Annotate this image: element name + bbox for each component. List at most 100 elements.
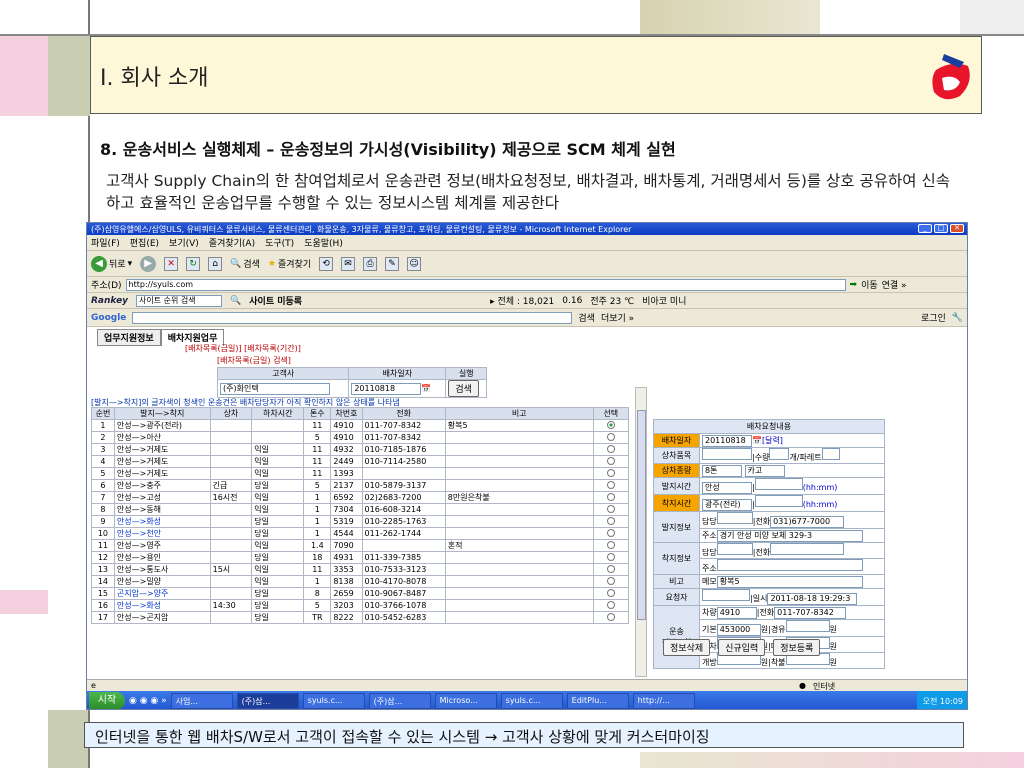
base-input[interactable]: 453000 <box>716 624 761 636</box>
google-search-input[interactable] <box>132 311 573 324</box>
car-tel-input[interactable]: 011-707-8342 <box>774 606 847 619</box>
new-entry-button[interactable]: 신규입력 <box>718 639 766 656</box>
table-row[interactable]: 8 안성—>동해 익일 1 7304 016-608-3214 <box>91 503 630 516</box>
memo-input[interactable]: 황복5 <box>716 575 863 588</box>
minimize-button[interactable]: _ <box>918 224 932 233</box>
google-more-button[interactable]: 더보기 » <box>601 311 634 324</box>
calendar-icon[interactable]: 📅 <box>752 436 762 445</box>
datetime-input[interactable]: 2011-08-18 19:29:3 <box>767 593 858 605</box>
dep-input[interactable]: 안성 <box>702 482 752 494</box>
dep-addr-input[interactable]: 경기 안성 미양 보체 329-3 <box>716 529 863 542</box>
menu-tools[interactable]: 도구(T) <box>265 236 294 249</box>
row-select-radio[interactable] <box>606 456 615 465</box>
arr-input[interactable]: 광주(전라) <box>702 499 752 511</box>
menu-edit[interactable]: 편집(E) <box>130 236 159 249</box>
list-scrollbar[interactable] <box>635 387 647 677</box>
truck-type-select[interactable]: 카고 <box>744 464 785 477</box>
row-select-radio[interactable] <box>606 504 615 513</box>
taskbar-item[interactable]: (주)삼... <box>236 693 299 709</box>
pallet-input[interactable] <box>821 448 840 460</box>
table-row[interactable]: 1 안성—>광주(전라) 11 4910 011-707-8342 황복5 <box>91 419 630 432</box>
date-input[interactable]: 20110818 <box>351 382 422 395</box>
taskbar-item[interactable]: EditPlu... <box>566 693 629 709</box>
row-select-radio[interactable] <box>606 576 615 585</box>
dep-time-input[interactable] <box>754 478 803 490</box>
search-icon[interactable]: 🔍 <box>230 296 241 306</box>
customer-input[interactable]: (주)화인텍 <box>220 382 330 395</box>
scroll-thumb[interactable] <box>637 410 646 620</box>
wrench-icon[interactable]: 🔧 <box>952 313 963 323</box>
table-row[interactable]: 16 안성—>화성 14:30 당일 5 3203 010-3766-1078 <box>91 599 630 612</box>
row-select-radio[interactable] <box>606 468 615 477</box>
dep-manager-input[interactable] <box>716 512 753 524</box>
edit-icon[interactable]: ✎ <box>385 256 400 271</box>
table-row[interactable]: 11 안성—>영주 익일 1.4 7090 혼적 <box>91 539 630 552</box>
dispatch-subtabs[interactable]: [배차목록(금일)] [배차목록(기간)] <box>185 343 301 354</box>
calendar-icon[interactable]: 📅 <box>421 384 431 393</box>
row-select-radio[interactable] <box>606 432 615 441</box>
requester-input[interactable] <box>702 589 750 601</box>
taskbar-item[interactable]: http://... <box>632 693 695 709</box>
car-input[interactable]: 4910 <box>716 606 757 619</box>
row-select-radio[interactable] <box>606 612 615 621</box>
row-select-radio[interactable] <box>606 444 615 453</box>
row-select-radio[interactable] <box>606 516 615 525</box>
maximize-button[interactable]: □ <box>934 224 948 233</box>
google-search-button[interactable]: 검색 <box>578 311 595 324</box>
start-button[interactable]: 시작 <box>89 692 125 709</box>
dep-tel-input[interactable]: 031)677-7000 <box>770 516 845 528</box>
register-info-button[interactable]: 정보등록 <box>773 639 821 656</box>
favorites-button[interactable]: ★ 즐겨찾기 <box>268 257 311 271</box>
row-select-radio[interactable] <box>606 564 615 573</box>
table-row[interactable]: 9 안성—>화성 당일 1 5319 010-2285-1763 <box>91 515 630 528</box>
taskbar-item[interactable]: (주)삼... <box>368 693 431 709</box>
table-row[interactable]: 2 안성—>아산 5 4910 011-707-8342 <box>91 431 630 444</box>
go-button[interactable]: 이동 <box>861 278 878 291</box>
address-input[interactable]: http://syuls.com <box>125 278 846 291</box>
row-select-radio[interactable] <box>606 588 615 597</box>
goods-input[interactable] <box>702 448 752 460</box>
mail-icon[interactable]: ✉ <box>341 256 356 271</box>
row-select-radio[interactable] <box>606 420 615 429</box>
back-button[interactable]: ◀ 뒤로 ▾ <box>91 255 132 272</box>
menu-file[interactable]: 파일(F) <box>91 236 120 249</box>
row-select-radio[interactable] <box>606 492 615 501</box>
table-row[interactable]: 15 곤지암—>양주 당일 8 2659 010-9067-8487 <box>91 587 630 600</box>
arr-tel-input[interactable] <box>770 543 845 555</box>
google-login-button[interactable]: 로그인 <box>921 311 946 324</box>
site-rank-input[interactable]: 사이트 순위 검색 <box>136 294 223 307</box>
arr-addr-input[interactable] <box>716 559 863 571</box>
go-arrow-icon[interactable]: ➡ <box>850 280 858 290</box>
calendar-link[interactable]: [달력] <box>762 436 783 445</box>
menu-favorites[interactable]: 즐겨찾기(A) <box>209 236 255 249</box>
via-input[interactable] <box>785 620 830 632</box>
history-icon[interactable]: ⟲ <box>319 256 334 271</box>
qty-input[interactable] <box>769 448 790 460</box>
taskbar-item[interactable]: syuls.c... <box>500 693 563 709</box>
taskbar-item[interactable]: syuls.c... <box>302 693 365 709</box>
row-select-radio[interactable] <box>606 528 615 537</box>
table-row[interactable]: 5 안성—>거제도 익일 11 1393 <box>91 467 630 480</box>
table-row[interactable]: 17 안성—>곤지암 당일 TR 8222 010-5452-6283 <box>91 611 630 624</box>
links-button[interactable]: 연결 » <box>882 278 907 291</box>
stop-icon[interactable]: ✕ <box>164 256 179 271</box>
detail-date-input[interactable]: 20110818 <box>702 434 752 447</box>
tab-business-info[interactable]: 업무지원정보 <box>97 329 161 346</box>
search-button[interactable]: 검색 <box>448 380 479 397</box>
bio-mini-link[interactable]: 비아코 미니 <box>642 294 686 307</box>
table-row[interactable]: 4 안성—>거제도 익일 11 2449 010-7114-2580 <box>91 455 630 468</box>
row-select-radio[interactable] <box>606 480 615 489</box>
forward-button[interactable]: ▶ <box>140 255 157 272</box>
home-icon[interactable]: ⌂ <box>208 256 223 271</box>
table-row[interactable]: 10 안성—>천안 당일 1 4544 011-262-1744 <box>91 527 630 540</box>
taskbar-item[interactable]: 사업... <box>170 693 233 709</box>
table-row[interactable]: 6 안성—>충주 긴급 당일 5 2137 010-5879-3137 <box>91 479 630 492</box>
row-select-radio[interactable] <box>606 552 615 561</box>
table-row[interactable]: 13 안성—>통도사 15시 익일 11 3353 010-7533-3123 <box>91 563 630 576</box>
tonnage-select[interactable]: 8톤 <box>702 464 742 477</box>
close-button[interactable]: ✕ <box>950 224 964 233</box>
row-select-radio[interactable] <box>606 600 615 609</box>
table-row[interactable]: 3 안성—>거제도 익일 11 4932 010-7185-1876 <box>91 443 630 456</box>
row-select-radio[interactable] <box>606 540 615 549</box>
menu-view[interactable]: 보기(V) <box>169 236 199 249</box>
